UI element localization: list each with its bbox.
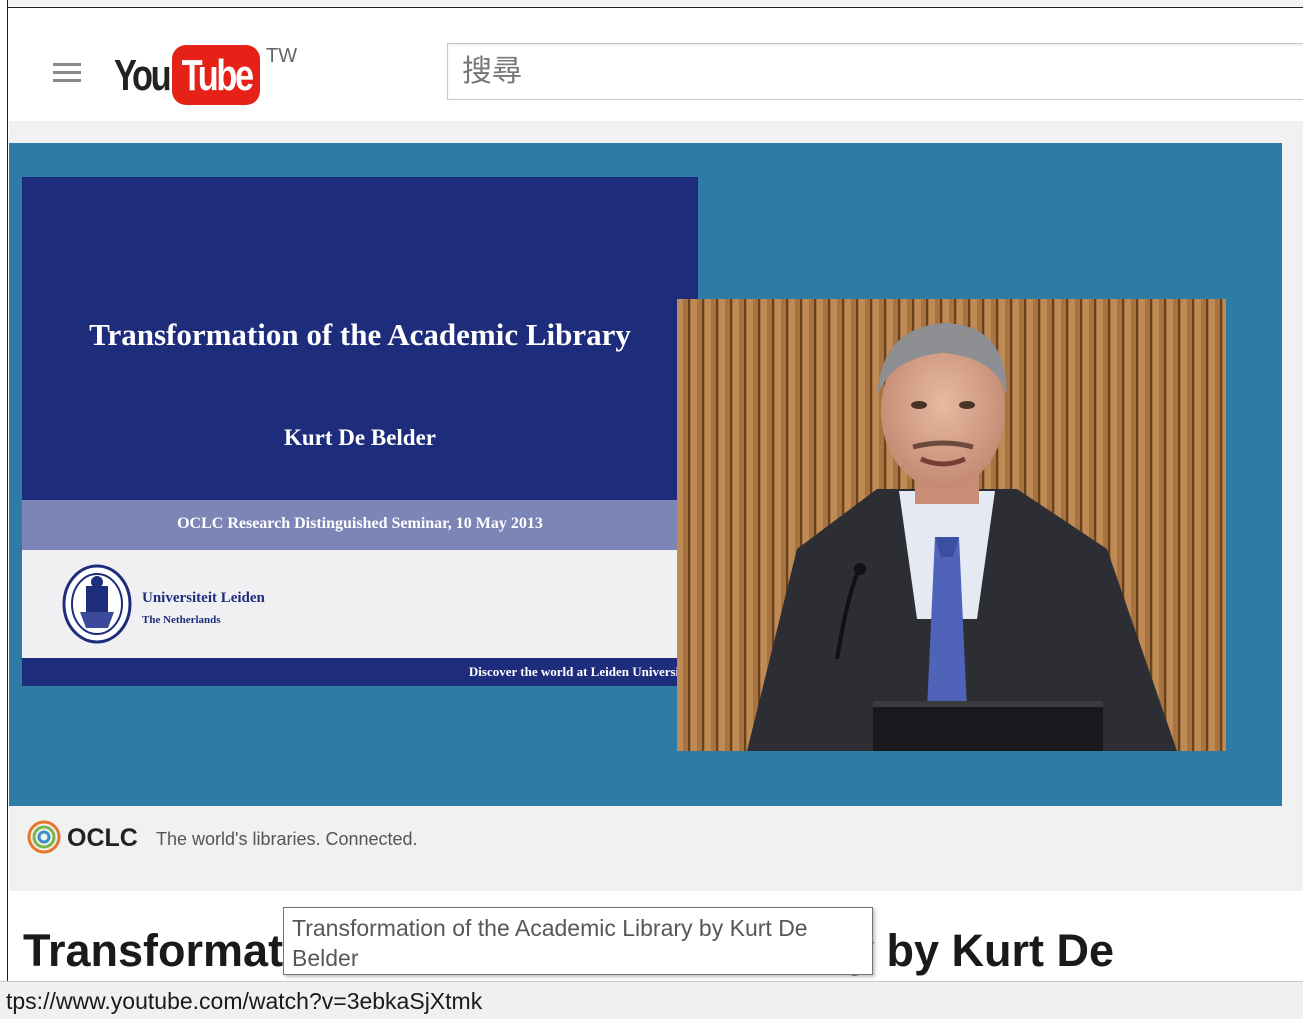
logo-you-text: You [114, 51, 172, 100]
slide-tagline: Discover the world at Leiden University [468, 664, 690, 679]
logo-region-code: TW [266, 45, 298, 67]
logo-tube-text: Tube [181, 51, 254, 100]
slide-university-footer: Universiteit Leiden The Netherlands [22, 550, 698, 658]
status-url: tps://www.youtube.com/watch?v=3ebkaSjXtm… [6, 988, 483, 1014]
browser-status-bar: tps://www.youtube.com/watch?v=3ebkaSjXtm… [0, 981, 1303, 1019]
logo-tube-box: Tube [172, 45, 260, 105]
window-left-edge [0, 0, 8, 1019]
speaker-image [677, 299, 1226, 751]
title-tooltip: Transformation of the Academic Library b… [283, 907, 873, 975]
search-box[interactable] [447, 43, 1303, 100]
university-name: Universiteit Leiden [142, 590, 265, 606]
slide-seminar-text: OCLC Research Distinguished Seminar, 10 … [177, 515, 543, 532]
oclc-brand: OCLC [67, 824, 138, 852]
youtube-logo[interactable]: You Tube TW [114, 45, 314, 111]
university-seal-icon [62, 564, 132, 644]
presentation-slide: Transformation of the Academic Library K… [22, 177, 698, 686]
masthead: You Tube TW [9, 9, 1303, 121]
search-input[interactable] [448, 44, 1303, 99]
oclc-tagline: The world's libraries. Connected. [156, 829, 418, 849]
speaker-video-frame [677, 299, 1226, 751]
university-country: The Netherlands [142, 614, 221, 626]
oclc-banner: OCLC The world's libraries. Connected. [9, 806, 1282, 868]
slide-title: Transformation of the Academic Library [89, 317, 631, 352]
window-top-edge [0, 0, 1303, 8]
slide-tagline-bar: Discover the world at Leiden University [22, 658, 698, 686]
slide-seminar-band: OCLC Research Distinguished Seminar, 10 … [22, 500, 698, 550]
slide-author: Kurt De Belder [283, 425, 436, 450]
hamburger-menu-icon[interactable] [53, 63, 81, 83]
oclc-logo-icon [27, 820, 61, 854]
